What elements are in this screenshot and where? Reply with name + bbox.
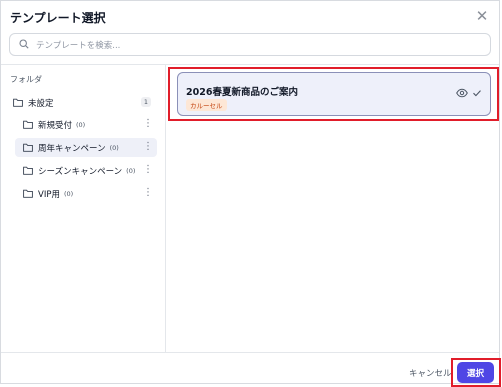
more-vert-icon[interactable]: ⋮: [143, 163, 153, 177]
more-vert-icon[interactable]: ⋮: [143, 140, 153, 154]
folder-count: (0): [76, 120, 86, 129]
cancel-button[interactable]: キャンセル: [409, 367, 452, 379]
template-select-dialog: テンプレート選択 ✕ フォルダ 未設定 1 新規受付 (0) ⋮ 周年キャンペー…: [0, 0, 501, 387]
folder-name: 未設定: [28, 98, 54, 109]
close-icon[interactable]: ✕: [475, 9, 489, 24]
folder-count: (0): [126, 166, 136, 175]
divider: [165, 65, 166, 352]
folder-item-anniversary-campaign[interactable]: 周年キャンペーン (0) ⋮: [15, 138, 157, 157]
folder-icon: [13, 98, 23, 107]
divider: [1, 352, 499, 353]
highlight-box: [451, 358, 501, 387]
highlight-box: [168, 67, 499, 121]
folder-icon: [23, 143, 33, 152]
folder-icon: [23, 120, 33, 129]
folder-name: 周年キャンペーン: [38, 143, 106, 154]
folder-item-unset[interactable]: 未設定 1: [7, 93, 157, 112]
folder-count: (0): [109, 143, 119, 152]
folder-name: シーズンキャンペーン: [38, 166, 123, 177]
search-box[interactable]: [9, 33, 491, 56]
folder-icon: [23, 166, 33, 175]
folder-icon: [23, 189, 33, 198]
folder-item-vip[interactable]: VIP用 (0) ⋮: [15, 184, 157, 203]
more-vert-icon[interactable]: ⋮: [143, 117, 153, 131]
folder-count-badge: 1: [140, 97, 151, 107]
more-vert-icon[interactable]: ⋮: [143, 186, 153, 200]
dialog-title: テンプレート選択: [10, 11, 106, 25]
search-icon: [19, 39, 29, 49]
folder-count: (0): [63, 189, 74, 198]
folder-name: VIP用: [38, 189, 60, 200]
folder-item-season-campaign[interactable]: シーズンキャンペーン (0) ⋮: [15, 161, 157, 180]
divider: [1, 64, 499, 65]
folder-item-new-reception[interactable]: 新規受付 (0) ⋮: [15, 115, 157, 134]
folder-section-label: フォルダ: [10, 75, 42, 84]
folder-name: 新規受付: [38, 120, 73, 131]
search-input[interactable]: [34, 37, 478, 55]
